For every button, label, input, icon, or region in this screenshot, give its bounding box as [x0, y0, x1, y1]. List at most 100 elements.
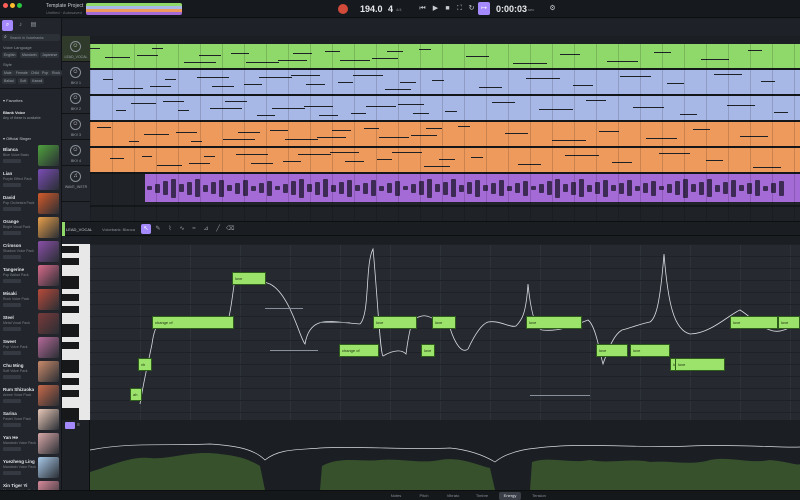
voicebank-select[interactable]: Voicebank: Blanca [102, 227, 135, 232]
track-lane[interactable] [90, 96, 800, 122]
tempo-value[interactable]: 194.0 [360, 4, 383, 14]
tab-notes[interactable]: Notes [385, 492, 407, 500]
black-key[interactable] [62, 330, 79, 337]
track-lane[interactable] [90, 122, 800, 148]
tab-vibrato[interactable]: Vibrato [441, 492, 465, 500]
chip-rock[interactable]: Rock [50, 70, 62, 76]
eraser-tool-icon[interactable]: ⌫ [226, 225, 234, 233]
tab-tension[interactable]: Tension [527, 492, 551, 500]
track-header[interactable]: ☺ BKV 3 [62, 114, 90, 140]
black-key[interactable] [62, 294, 79, 301]
editor-ruler[interactable] [90, 236, 800, 244]
singer-card[interactable]: Tangerine Pop Ballad Pack [0, 264, 62, 287]
singer-card[interactable]: Misaki Rock Voice Pack [0, 288, 62, 311]
cursor-icon[interactable]: ↦ [478, 2, 490, 15]
track-lane[interactable] [90, 44, 800, 70]
track-clip[interactable] [90, 70, 800, 94]
vocal-note[interactable]: love [730, 316, 778, 329]
black-key[interactable] [62, 258, 79, 265]
vocal-note[interactable]: love [373, 316, 417, 329]
piano-roll[interactable]: ah vh change of love change of love love love lo… [90, 244, 800, 420]
black-key[interactable] [62, 306, 79, 313]
track-singer-icon[interactable]: ☺ [70, 145, 81, 156]
play-icon[interactable]: ▶ [431, 4, 440, 13]
vocal-note[interactable]: love [232, 272, 266, 285]
track-lane[interactable] [90, 70, 800, 96]
chip-japanese[interactable]: Japanese [40, 52, 60, 58]
track-header[interactable]: ♫ WAVE_INSTR [62, 166, 90, 202]
pitch-tool-icon[interactable]: ∿ [178, 225, 186, 233]
singer-card[interactable]: David Pop Orchestra Pack [0, 192, 62, 215]
vocal-note[interactable]: love [630, 344, 670, 357]
stop-icon[interactable]: ■ [443, 4, 452, 13]
settings-icon[interactable]: ⚙ [548, 4, 557, 13]
automation-toggle[interactable] [65, 422, 75, 429]
loop-icon[interactable]: ↻ [467, 4, 476, 13]
vocal-note[interactable]: love [432, 316, 456, 329]
singer-card[interactable]: Chu Ming Soft Voice Pack [0, 360, 62, 383]
vibrato-tool-icon[interactable]: ≈ [190, 225, 198, 233]
ruler-tool-icon[interactable]: ⊿ [202, 225, 210, 233]
arrangement-view[interactable] [90, 44, 800, 221]
close-window-button[interactable] [3, 3, 8, 8]
vocal-note[interactable]: love [778, 316, 800, 329]
black-key[interactable] [62, 342, 79, 349]
vocal-note[interactable]: ah [130, 388, 142, 401]
fullscreen-icon[interactable]: ⛶ [455, 4, 464, 13]
timeline-ruler[interactable] [90, 36, 800, 44]
singer-card[interactable]: Yan He Mandarin Voice Pack [0, 432, 62, 455]
maximize-window-button[interactable] [17, 3, 22, 8]
favorites-label[interactable]: ▾ Favorites [3, 98, 23, 103]
singer-card[interactable]: Lian Purple Effect Pack [0, 168, 62, 191]
knife-tool-icon[interactable]: ⌇ [166, 225, 174, 233]
chip-ballad[interactable]: Ballad [2, 78, 16, 84]
tab-timbre[interactable]: Timbre [471, 492, 493, 500]
track-singer-icon[interactable]: ♫ [70, 171, 81, 182]
singer-card[interactable]: Yuezheng Ling Mandarin Voice Pack [0, 456, 62, 479]
singer-card[interactable]: Rum Shizuoka Anime Voice Pack [0, 384, 62, 407]
black-key[interactable] [62, 282, 79, 289]
automation-menu-icon[interactable]: ≡ [77, 422, 85, 429]
track-clip[interactable] [90, 96, 800, 120]
metronome-icon[interactable] [338, 4, 348, 14]
singer-card[interactable]: Blanca Blue Voice Basic [0, 144, 62, 167]
singer-card[interactable]: Crimson Shadow Voice Pack [0, 240, 62, 263]
singers-tab[interactable]: ⌕ [2, 20, 13, 31]
files-tab[interactable]: ▤ [28, 20, 39, 31]
chip-mandarin[interactable]: Mandarin [20, 52, 39, 58]
vocal-note[interactable]: vh [138, 358, 152, 371]
black-key[interactable] [62, 378, 79, 385]
chip-female[interactable]: Female [14, 70, 30, 76]
tab-energy[interactable]: Energy [499, 492, 521, 500]
line-tool-icon[interactable]: ╱ [214, 225, 222, 233]
track-clip[interactable] [90, 122, 800, 146]
vocal-note[interactable]: love [675, 358, 725, 371]
track-lane[interactable] [90, 148, 800, 174]
track-header[interactable]: ☺ BKV 1 [62, 62, 90, 88]
blank-voice-name[interactable]: Blank Voice [3, 110, 25, 115]
skip-back-icon[interactable]: ⏮ [418, 4, 427, 13]
minimize-window-button[interactable] [10, 3, 15, 8]
vocal-note[interactable]: change of [339, 344, 379, 357]
black-key[interactable] [62, 366, 79, 373]
track-lane[interactable] [90, 174, 800, 207]
track-clip[interactable] [90, 148, 800, 172]
tracks-tab[interactable]: ♪ [15, 20, 26, 31]
track-header[interactable]: ☺ LEAD_VOCAL [62, 36, 90, 62]
time-signature-value[interactable]: 4 [388, 4, 393, 14]
tab-pitch[interactable]: Pitch [413, 492, 435, 500]
chip-soft[interactable]: Soft [18, 78, 29, 84]
piano-keyboard[interactable] [62, 244, 90, 421]
search-input[interactable]: ⌕ Search in Voicebanks [2, 34, 60, 41]
chip-kawaii[interactable]: Kawaii [30, 78, 45, 84]
singer-card[interactable]: Orange Bright Vocal Pack [0, 216, 62, 239]
pencil-tool-icon[interactable]: ✎ [154, 225, 162, 233]
chip-male[interactable]: Male [2, 70, 14, 76]
track-clip[interactable] [90, 44, 800, 68]
singer-card[interactable]: Sweet Pop Voice Pack [0, 336, 62, 359]
chip-pop[interactable]: Pop [40, 70, 51, 76]
automation-lane[interactable] [90, 420, 800, 490]
track-singer-icon[interactable]: ☺ [70, 93, 81, 104]
vocal-note[interactable]: love [421, 344, 435, 357]
track-header[interactable]: ☺ BKV 4 [62, 140, 90, 166]
